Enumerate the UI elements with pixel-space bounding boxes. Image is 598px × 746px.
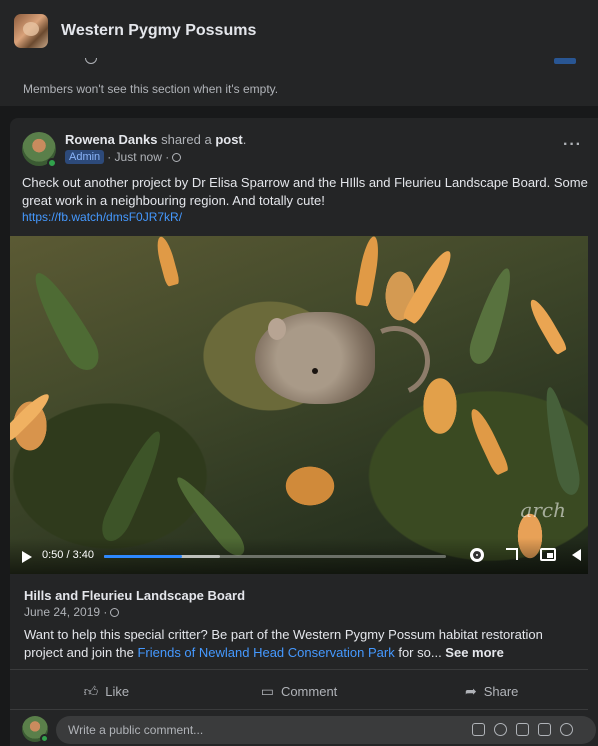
share-arrow-icon: ➦ — [464, 682, 477, 699]
settings-gear-icon[interactable] — [470, 548, 484, 562]
actions-divider — [10, 709, 588, 710]
author-name[interactable]: Rowena Danks — [65, 132, 157, 147]
post-timestamp[interactable]: · Just now · — [107, 150, 169, 164]
shared-post-card[interactable]: Hills and Fleurieu Landscape Board June … — [10, 574, 588, 670]
post-actions: 👍︎ Like ▭ Comment ➦ Share — [10, 676, 588, 706]
comment-bubble-icon: ▭ — [260, 682, 274, 699]
admin-badge[interactable]: Admin — [65, 150, 105, 164]
post-card: Rowena Danks shared a post. Admin · Just… — [10, 118, 598, 746]
info-icon[interactable] — [85, 58, 97, 66]
video-scrubber[interactable] — [104, 555, 446, 558]
group-header: Western Pygmy Possums — [0, 0, 598, 62]
shared-date: June 24, 2019 · — [24, 605, 120, 619]
add-featured-button[interactable] — [554, 58, 576, 64]
shared-page-name[interactable]: Hills and Fleurieu Landscape Board — [24, 588, 245, 603]
comment-input[interactable] — [56, 716, 596, 744]
fullscreen-icon[interactable] — [506, 548, 518, 560]
shared-verb: shared a — [157, 132, 216, 147]
post-link[interactable]: https://fb.watch/dmsF0JR7kR/ — [22, 210, 182, 224]
video-time: 0:50 / 3:40 — [42, 549, 94, 561]
emoji-icon[interactable] — [494, 723, 507, 736]
camera-icon[interactable] — [516, 723, 529, 736]
group-title[interactable]: Western Pygmy Possums — [61, 22, 256, 40]
post-meta: Admin · Just now · — [65, 150, 182, 164]
comment-composer — [10, 714, 596, 746]
video-watermark: arch — [520, 498, 566, 522]
post-author-line: Rowena Danks shared a post. — [65, 132, 247, 147]
video-controls: 0:50 / 3:40 — [10, 538, 588, 574]
gif-icon[interactable] — [538, 723, 551, 736]
globe-icon — [110, 607, 120, 617]
friends-park-link[interactable]: Friends of Newland Head Conservation Par… — [137, 645, 394, 660]
share-button[interactable]: ➦ Share — [395, 676, 588, 706]
online-status-icon — [47, 158, 57, 168]
shared-object-link[interactable]: post — [215, 132, 242, 147]
group-avatar[interactable] — [14, 14, 48, 48]
sticker-icon[interactable] — [560, 723, 573, 736]
comment-button[interactable]: ▭ Comment — [203, 676, 396, 706]
avatar-sticker-icon[interactable] — [472, 723, 485, 736]
globe-icon — [172, 152, 182, 162]
play-icon[interactable] — [22, 551, 32, 563]
online-status-icon — [40, 734, 49, 743]
post-text: Check out another project by Dr Elisa Sp… — [22, 175, 588, 208]
video-player[interactable]: arch 0:50 / 3:40 — [10, 236, 588, 574]
thumbs-up-icon: 👍︎ — [83, 682, 99, 699]
shared-post-text: Want to help this special critter? Be pa… — [24, 627, 543, 660]
video-progress — [104, 555, 182, 558]
picture-in-picture-icon[interactable] — [540, 548, 556, 561]
see-more-link[interactable]: See more — [445, 645, 504, 660]
like-button[interactable]: 👍︎ Like — [10, 676, 203, 706]
featured-empty-note: Members won't see this section when it's… — [23, 82, 279, 96]
featured-section: Members won't see this section when it's… — [0, 58, 598, 106]
volume-icon[interactable] — [572, 549, 581, 561]
more-options-icon[interactable]: ··· — [563, 136, 582, 154]
